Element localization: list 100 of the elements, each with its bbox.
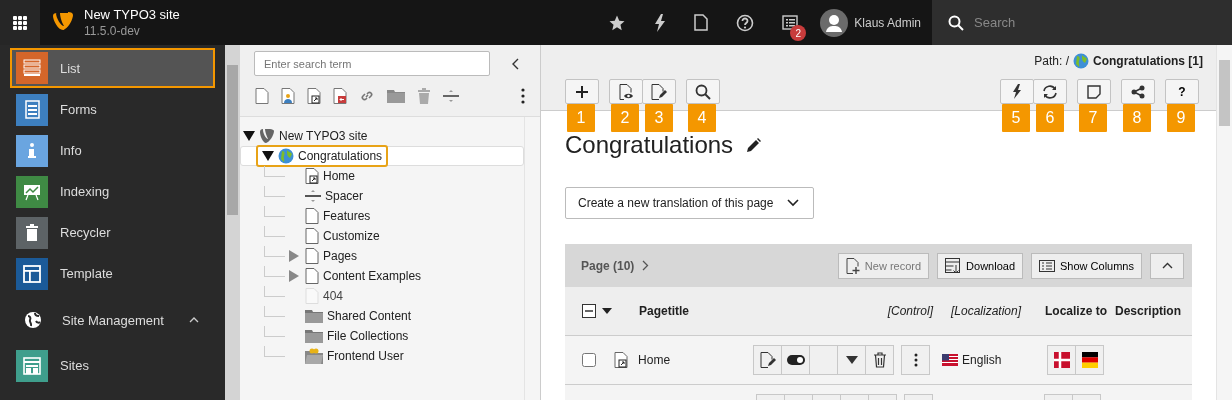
- help-icon[interactable]: [736, 13, 755, 32]
- new-record-icon: [845, 257, 860, 274]
- module-group-header[interactable]: Site Management: [0, 295, 225, 345]
- page-icon: [305, 228, 319, 244]
- caret-icon[interactable]: [602, 308, 612, 314]
- select-all-checkbox-icon[interactable]: [582, 304, 596, 318]
- flash-icon[interactable]: [654, 13, 667, 32]
- edit-button[interactable]: [642, 79, 676, 104]
- scrollbar[interactable]: [1216, 45, 1232, 400]
- edit-button[interactable]: [753, 345, 783, 375]
- callout-badge: 4: [688, 104, 716, 132]
- pencil-icon[interactable]: [747, 138, 762, 152]
- tree-item[interactable]: Content Examples: [240, 266, 524, 286]
- row-checkbox[interactable]: [582, 353, 596, 367]
- columns-button[interactable]: Show Columns: [1031, 252, 1142, 279]
- collapsed-arrow-icon[interactable]: [289, 270, 299, 282]
- german-flag-icon: [1081, 352, 1098, 368]
- note-button[interactable]: [1077, 79, 1111, 104]
- help-button[interactable]: ?: [1165, 79, 1199, 104]
- page-icon: [305, 268, 319, 284]
- note-icon: [1087, 84, 1101, 99]
- folder-icon: [305, 309, 323, 323]
- language-label: English: [962, 353, 1002, 367]
- module-item[interactable]: Template: [10, 253, 215, 294]
- shortcut-page-icon: [614, 352, 628, 368]
- shortcut-page-icon[interactable]: [307, 88, 321, 104]
- new-page-icon[interactable]: [255, 88, 269, 104]
- german-flag-button[interactable]: [1075, 345, 1105, 375]
- tree-item-label[interactable]: New TYPO3 site: [279, 129, 368, 143]
- folder-icon[interactable]: [387, 89, 405, 103]
- search-input[interactable]: Search: [972, 14, 1216, 31]
- tree-search-field[interactable]: Enter search term: [254, 51, 490, 76]
- scrollbar[interactable]: [225, 45, 240, 400]
- table-cell[interactable]: Home: [638, 353, 755, 367]
- file-icon[interactable]: [694, 14, 709, 31]
- dropdown-button[interactable]: [837, 345, 867, 375]
- module-item[interactable]: List: [10, 48, 215, 88]
- globe-icon: [1073, 53, 1089, 69]
- download-button[interactable]: Download: [937, 252, 1023, 279]
- tree-item[interactable]: Frontend User: [240, 346, 524, 366]
- spacer-icon[interactable]: [443, 89, 459, 103]
- collapse-icon[interactable]: [512, 57, 520, 70]
- more-icon[interactable]: [521, 88, 525, 104]
- module-item[interactable]: Indexing: [10, 171, 215, 212]
- list-icon[interactable]: [782, 15, 799, 30]
- visibility-toggle-button[interactable]: [781, 345, 811, 375]
- edit-page-icon: [651, 83, 667, 100]
- globe-icon: [24, 311, 42, 329]
- share-icon: [1131, 84, 1145, 99]
- tree-item[interactable]: Home: [240, 166, 524, 186]
- search-button[interactable]: [686, 79, 720, 104]
- page-eye-icon: [618, 83, 634, 100]
- danish-flag-button[interactable]: [1047, 345, 1077, 375]
- trash-icon: [872, 352, 887, 368]
- refresh-button[interactable]: [1033, 79, 1067, 104]
- more-icon: [913, 353, 918, 367]
- new-button[interactable]: New record: [837, 252, 930, 279]
- add-button[interactable]: [565, 79, 599, 104]
- search-icon[interactable]: [948, 14, 964, 31]
- flash-button[interactable]: [1000, 79, 1034, 104]
- avatar-icon: [820, 8, 849, 37]
- site-name: New TYPO3 site: [84, 6, 180, 23]
- external-page-icon[interactable]: [333, 88, 347, 104]
- tree-item[interactable]: Spacer: [240, 186, 524, 206]
- translation-dropdown[interactable]: Create a new translation of this page: [565, 187, 815, 219]
- search-field[interactable]: Search: [932, 0, 1232, 45]
- tree-item[interactable]: Customize: [240, 226, 524, 246]
- chevron-right-icon[interactable]: [642, 260, 650, 271]
- view-button[interactable]: [609, 79, 643, 104]
- notification-badge: 2: [790, 25, 807, 41]
- module-item[interactable]: Info: [10, 130, 215, 171]
- module-item[interactable]: Recycler: [10, 212, 215, 253]
- tree-item[interactable]: Congratulations: [240, 146, 524, 166]
- us-flag-icon: [942, 354, 959, 366]
- expanded-arrow-icon[interactable]: [243, 130, 255, 142]
- callout-badge: 8: [1123, 104, 1151, 132]
- callout-badge: 6: [1036, 104, 1064, 132]
- share-button[interactable]: [1121, 79, 1155, 104]
- chevron-down-icon: [787, 199, 800, 207]
- user-menu[interactable]: Klaus Admin: [820, 8, 921, 37]
- scrollbar[interactable]: [524, 117, 540, 400]
- columns-icon: [1039, 259, 1055, 272]
- tree-item[interactable]: Shared Content: [240, 306, 524, 326]
- module-item[interactable]: Forms: [10, 89, 215, 130]
- danish-flag-icon: [1053, 352, 1070, 368]
- table-title[interactable]: Page (10): [581, 258, 635, 273]
- app-grid-button[interactable]: [0, 0, 40, 45]
- delete-button[interactable]: [865, 345, 895, 375]
- path-page-link[interactable]: Congratulations [1]: [1093, 54, 1203, 68]
- folder-icon: [305, 329, 323, 343]
- tree-item[interactable]: File Collections: [240, 326, 524, 346]
- collapsed-arrow-icon[interactable]: [289, 250, 299, 262]
- user-folder-icon: [305, 348, 323, 364]
- tree-item[interactable]: Features: [240, 206, 524, 226]
- module-item[interactable]: Sites: [10, 345, 215, 386]
- tree-item[interactable]: 404: [240, 286, 524, 306]
- tree-item[interactable]: Pages: [240, 246, 524, 266]
- spacer-icon: [305, 189, 321, 203]
- user-page-icon[interactable]: [281, 88, 295, 104]
- expanded-arrow-icon[interactable]: [262, 150, 274, 162]
